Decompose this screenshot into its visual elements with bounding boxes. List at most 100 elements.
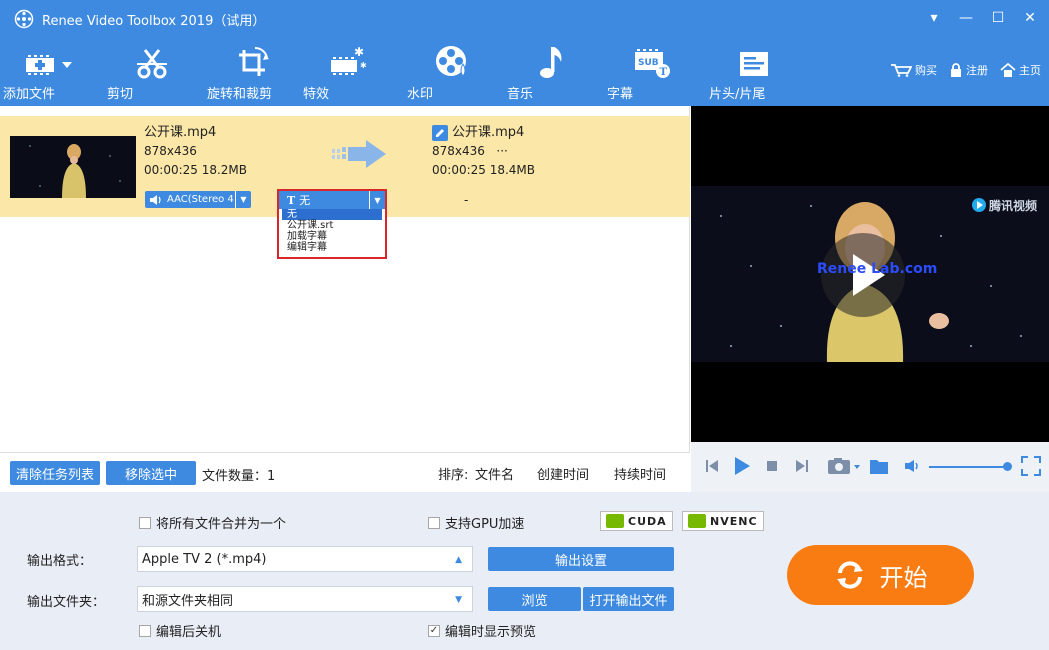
list-footer: 清除任务列表 移除选中 文件数量：1 排序: 文件名 创建时间 持续时间 xyxy=(0,452,690,492)
watermark-label: 水印 xyxy=(407,87,434,102)
open-output-folder-button[interactable]: 打开输出文件 xyxy=(583,587,674,611)
gpu-acceleration-box[interactable] xyxy=(428,516,440,529)
nvenc-label: NVENC xyxy=(710,514,758,528)
sort-by-created[interactable]: 创建时间 xyxy=(537,464,589,483)
watermark-icon xyxy=(436,46,466,77)
cuda-label: CUDA xyxy=(628,514,667,528)
buy-link[interactable]: 购买 xyxy=(890,62,937,78)
effects-button[interactable]: ✱ ✱ 特效 xyxy=(303,42,393,102)
watermark-button[interactable]: 水印 xyxy=(407,42,497,102)
nvidia-eye-icon xyxy=(688,514,706,528)
show-preview-checkbox[interactable]: ✓ 编辑时显示预览 xyxy=(428,621,536,640)
nvidia-eye-icon xyxy=(606,514,624,528)
fullscreen-icon[interactable] xyxy=(1021,456,1041,476)
minimize-button[interactable]: — xyxy=(957,8,975,28)
browse-button[interactable]: 浏览 xyxy=(488,587,581,611)
text-t-icon: T xyxy=(287,193,296,207)
intro-outro-button[interactable]: 片头/片尾 xyxy=(709,42,799,102)
show-preview-box[interactable]: ✓ xyxy=(428,624,440,637)
start-button[interactable]: 开始 xyxy=(787,545,974,605)
output-subtitle-placeholder: - xyxy=(464,193,469,207)
video-thumbnail[interactable] xyxy=(10,136,136,198)
register-link[interactable]: 注册 xyxy=(949,62,988,78)
home-icon xyxy=(1000,63,1016,77)
video-preview[interactable]: Renee Lab.com 腾讯视频 xyxy=(691,106,1049,442)
chevron-up-icon[interactable]: ▲ xyxy=(455,555,462,565)
music-button[interactable]: 音乐 xyxy=(507,42,597,102)
music-label: 音乐 xyxy=(507,87,534,102)
volume-icon[interactable] xyxy=(904,459,922,473)
maximize-button[interactable]: ☐ xyxy=(989,8,1007,28)
merge-files-checkbox[interactable]: 将所有文件合并为一个 xyxy=(139,513,286,532)
subtitle-button[interactable]: SUB T 字幕 xyxy=(607,42,697,102)
lock-icon xyxy=(951,63,961,77)
clear-task-list-button[interactable]: 清除任务列表 xyxy=(10,461,100,485)
camera-icon[interactable] xyxy=(827,457,863,475)
merge-files-box[interactable] xyxy=(139,516,151,529)
cut-label: 剪切 xyxy=(107,87,134,102)
file-count-value: 1 xyxy=(267,469,276,484)
stop-icon[interactable] xyxy=(766,460,778,472)
play-icon[interactable] xyxy=(733,456,751,476)
volume-slider-handle[interactable] xyxy=(1003,462,1012,471)
edit-icon[interactable] xyxy=(432,124,448,141)
effects-label: 特效 xyxy=(303,87,330,102)
output-more: ··· xyxy=(496,144,508,158)
audio-track-select[interactable]: AAC(Stereo 4 ▼ xyxy=(145,191,251,208)
source-file-info: 公开课.mp4 878x436 00:00:25 18.2MB xyxy=(144,123,247,180)
subtitle-option-edit[interactable]: 编辑字幕 xyxy=(282,242,382,253)
rotate-crop-label: 旋转和裁剪 xyxy=(207,87,273,102)
output-format-value: Apple TV 2 (*.mp4) xyxy=(142,551,267,567)
output-folder-select[interactable]: 和源文件夹相同 ▼ xyxy=(137,586,473,612)
add-file-label: 添加文件 xyxy=(3,87,56,102)
output-format-select[interactable]: Apple TV 2 (*.mp4) ▲ xyxy=(137,546,473,572)
output-file-info: 公开课.mp4 878x436 ··· 00:00:25 18.4MB xyxy=(432,123,535,180)
chevron-down-icon[interactable]: ▼ xyxy=(235,191,251,208)
sort-label: 排序: xyxy=(438,468,469,483)
output-resolution: 878x436 xyxy=(432,144,485,158)
sort-by-duration[interactable]: 持续时间 xyxy=(614,464,666,483)
output-settings-button[interactable]: 输出设置 xyxy=(488,547,674,571)
add-file-icon xyxy=(26,54,72,76)
register-label: 注册 xyxy=(966,64,988,77)
nvenc-badge: NVENC xyxy=(682,511,764,531)
shutdown-after-checkbox[interactable]: 编辑后关机 xyxy=(139,621,221,640)
output-format-label: 输出格式： xyxy=(27,554,93,569)
svg-text:✱: ✱ xyxy=(360,61,367,70)
subtitle-label: 字幕 xyxy=(607,87,634,102)
volume-slider[interactable] xyxy=(929,466,1007,468)
file-list: 公开课.mp4 878x436 00:00:25 18.2MB 公开课.mp4 … xyxy=(0,106,690,452)
close-button[interactable]: ✕ xyxy=(1021,8,1039,28)
subtitle-dropdown[interactable]: T 无 ▼ 无 公开课.srt 加载字幕 编辑字幕 xyxy=(277,189,387,259)
source-resolution: 878x436 xyxy=(144,144,197,158)
window-title: Renee Video Toolbox 2019（试用） xyxy=(42,13,266,29)
remove-selected-button[interactable]: 移除选中 xyxy=(106,461,196,485)
skip-back-icon[interactable] xyxy=(705,458,719,474)
cart-icon xyxy=(891,64,912,77)
merge-files-label: 将所有文件合并为一个 xyxy=(156,517,287,532)
start-label: 开始 xyxy=(879,563,928,592)
rotate-crop-button[interactable]: 旋转和裁剪 xyxy=(207,42,297,102)
shutdown-after-box[interactable] xyxy=(139,624,151,637)
title-bar: Renee Video Toolbox 2019（试用） ▾ — ☐ ✕ xyxy=(0,0,1049,38)
add-file-button[interactable]: 添加文件 xyxy=(3,42,93,102)
subtitle-option-none[interactable]: 无 xyxy=(282,209,382,220)
menu-dropdown-icon[interactable]: ▾ xyxy=(925,8,943,28)
scissors-icon xyxy=(137,49,167,79)
folder-icon[interactable] xyxy=(869,457,889,475)
output-duration-size: 00:00:25 18.4MB xyxy=(432,163,536,177)
sort-by-name[interactable]: 文件名 xyxy=(475,464,514,483)
file-count-label: 文件数量： xyxy=(202,469,268,484)
subtitle-option-srt[interactable]: 公开课.srt xyxy=(282,220,382,231)
chevron-down-icon[interactable]: ▼ xyxy=(455,595,462,605)
gpu-acceleration-checkbox[interactable]: 支持GPU加速 xyxy=(428,513,524,532)
home-label: 主页 xyxy=(1019,64,1041,77)
cut-button[interactable]: 剪切 xyxy=(107,42,197,102)
source-file-name: 公开课.mp4 xyxy=(144,125,217,140)
subtitle-option-load[interactable]: 加载字幕 xyxy=(282,231,382,242)
skip-forward-icon[interactable] xyxy=(795,458,809,474)
chevron-down-icon[interactable]: ▼ xyxy=(369,191,385,209)
home-link[interactable]: 主页 xyxy=(1000,62,1041,78)
convert-arrow-icon xyxy=(332,140,386,168)
subtitle-select[interactable]: T 无 ▼ xyxy=(279,191,385,209)
